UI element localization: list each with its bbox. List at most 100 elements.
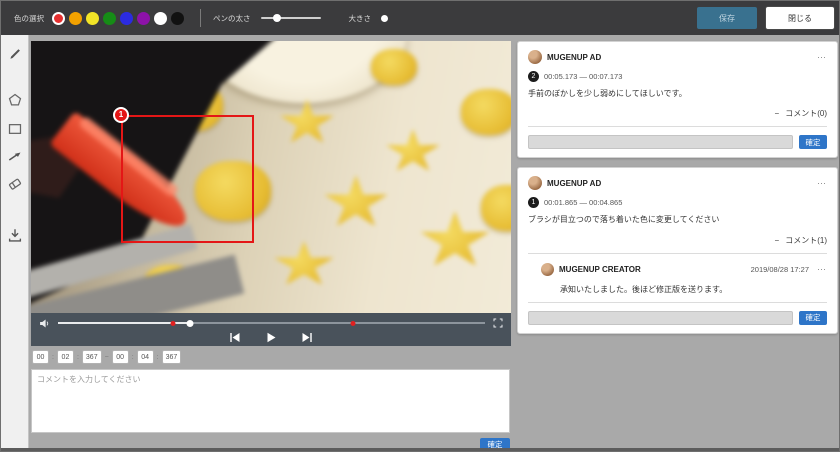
close-button[interactable]: 閉じる [765,6,835,30]
reply-thread: MUGENUP CREATOR 2019/08/28 17:27 ⋯ 承知いたし… [528,262,827,295]
color-swatch-white[interactable] [154,11,167,25]
size-label: 大きさ [348,13,372,23]
rectangle-tool-icon[interactable] [7,121,23,137]
comment-number-badge: 2 [528,71,539,82]
reply-row: 確定 [528,135,827,150]
cookie [461,89,511,135]
comment-number-badge: 1 [528,197,539,209]
reply-author: MUGENUP CREATOR [559,264,641,274]
playhead-thumb[interactable] [186,319,194,327]
comment-time-range[interactable]: 00:01.865 — 00:04.865 [544,198,622,207]
card-divider [528,126,827,128]
collapse-icon[interactable]: − [775,236,780,245]
comment-meta: 2 00:05.173 — 00:07.173 [528,71,827,82]
avatar [528,176,542,191]
comment-author: MUGENUP AD [547,178,602,188]
color-swatch-orange[interactable] [69,11,82,25]
comments-toggle[interactable]: − コメント(0) [528,108,827,119]
range-end-ms[interactable]: 367 [161,350,182,364]
collapse-icon[interactable]: − [775,109,780,118]
range-start-sec[interactable]: 02 [56,350,74,364]
video-stage[interactable]: 1 [31,41,511,313]
play-button[interactable] [265,332,277,343]
volume-icon[interactable] [39,318,50,329]
comment-body: ブラシが目立つので落ち着いた色に変更してください [528,215,720,225]
comment-panel: MUGENUP AD ⋯ 2 00:05.173 — 00:07.173 手前の… [517,41,838,343]
eraser-tool-icon[interactable] [7,175,23,191]
time-range-editor: 00 : 02 : 367 − 00 : 04 : 367 [32,350,182,364]
top-toolbar: 色の選択 ペンの太さ 大きさ 保存 閉じる [1,1,839,35]
more-menu-icon[interactable]: ⋯ [817,53,827,62]
more-menu-icon[interactable]: ⋯ [817,179,827,188]
time-separator: : [131,353,134,361]
reply-submit-button[interactable]: 確定 [799,310,827,325]
reply-input[interactable] [528,310,793,325]
progress-row [39,318,503,328]
color-swatch-red[interactable] [52,11,65,25]
color-swatch-blue[interactable] [120,11,133,25]
player-controls [31,313,511,346]
range-separator: − [104,353,109,361]
reply-body: 承知いたしました。後ほど修正版を送ります。 [560,284,728,294]
reply-submit-button[interactable]: 確定 [799,135,827,150]
comment-body: 手前のぼかしを少し弱めにしてほしいです。 [528,89,687,98]
color-swatch-purple[interactable] [137,11,150,25]
range-end-sec[interactable]: 04 [136,350,154,364]
bottom-edge [1,448,839,451]
save-button[interactable]: 保存 [697,7,757,29]
comment-time-range[interactable]: 00:05.173 — 00:07.173 [544,72,622,81]
comment-card: MUGENUP AD ⋯ 1 00:01.865 — 00:04.865 ブラシ… [517,167,838,334]
download-icon[interactable] [7,227,23,243]
avatar [528,50,542,64]
comment-header: MUGENUP AD ⋯ [528,176,827,191]
more-menu-icon[interactable]: ⋯ [817,265,827,274]
card-divider [528,301,827,303]
arrow-tool-icon[interactable] [7,148,23,164]
color-swatch-green[interactable] [103,11,116,25]
time-separator: : [76,353,79,361]
size-preview-dot [381,14,388,22]
comments-toggle-label[interactable]: コメント(0) [785,109,827,118]
avatar [541,262,554,276]
toolbar-divider [200,9,201,27]
pen-width-slider-thumb[interactable] [273,14,282,22]
comment-meta: 1 00:01.865 — 00:04.865 [528,197,827,209]
color-swatch-black[interactable] [171,11,184,25]
comment-author: MUGENUP AD [547,52,602,62]
comments-toggle[interactable]: − コメント(1) [528,235,827,246]
polygon-tool-icon[interactable] [7,92,23,108]
transport-controls [31,332,511,343]
card-divider [528,252,827,254]
progress-bar[interactable] [58,319,485,327]
pen-tool-icon[interactable] [7,46,23,62]
color-swatch-yellow[interactable] [86,11,99,25]
tool-rail [1,35,29,451]
comment-marker[interactable] [170,320,176,326]
next-frame-button[interactable] [301,332,313,343]
time-separator: : [156,353,159,361]
annotation-marker-badge: 1 [113,107,129,123]
comment-marker[interactable] [350,320,356,326]
range-start-ms[interactable]: 367 [81,350,102,364]
color-palette [52,11,184,25]
reply-row: 確定 [528,310,827,325]
fullscreen-icon[interactable] [493,318,503,328]
cookie [371,49,417,85]
annotation-rectangle[interactable] [121,115,254,243]
comments-toggle-label[interactable]: コメント(1) [785,236,827,245]
color-select-label: 色の選択 [14,13,44,23]
annotation-app: 色の選択 ペンの太さ 大きさ 保存 閉じる 1 00: 02: 367 − … [0,0,840,452]
range-end-min[interactable]: 00 [111,350,129,364]
range-start-min[interactable]: 00 [32,350,49,364]
comment-header: MUGENUP AD ⋯ [528,50,827,64]
comment-card: MUGENUP AD ⋯ 2 00:05.173 — 00:07.173 手前の… [517,41,838,159]
reply-date: 2019/08/28 17:27 [750,264,809,274]
previous-frame-button[interactable] [229,332,241,343]
time-separator: : [52,353,54,361]
reply-input[interactable] [528,135,793,150]
reply-header: MUGENUP CREATOR 2019/08/28 17:27 ⋯ [541,262,827,276]
pen-width-slider[interactable] [260,14,321,22]
pen-width-label: ペンの太さ [213,13,251,23]
video-frame [31,41,511,313]
comment-input[interactable] [31,369,510,433]
